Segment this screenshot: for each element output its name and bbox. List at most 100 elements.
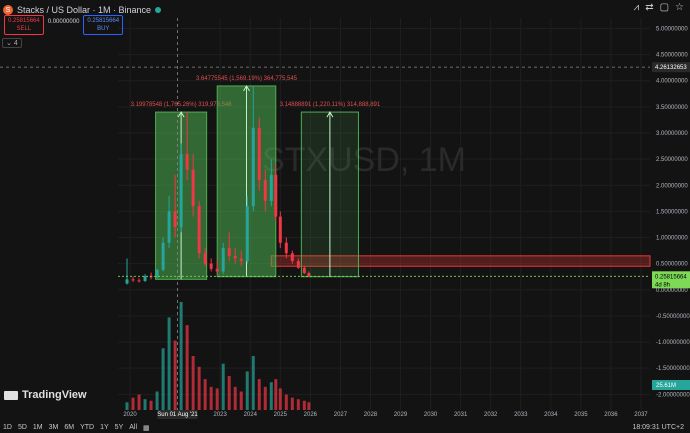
spread-value: 0.00000000 — [47, 19, 80, 25]
current-price-label: 0.25815664 — [655, 274, 687, 280]
x-tick-label: 2037 — [634, 412, 648, 418]
volume-bar — [274, 379, 278, 410]
volume-bar — [221, 363, 225, 410]
sell-button[interactable]: 0.25815664 SELL — [4, 15, 44, 35]
y-tick-label: 2.50000000 — [656, 157, 688, 163]
calendar-icon[interactable]: ▦ — [143, 424, 150, 432]
volume-bar — [307, 402, 311, 410]
candle-body — [302, 267, 306, 274]
volume-bar — [257, 379, 261, 410]
candle-body — [221, 247, 225, 272]
symbol-title[interactable]: Stacks / US Dollar · 1M · Binance — [17, 5, 151, 15]
volume-bar — [197, 366, 201, 410]
volume-bar — [239, 391, 243, 410]
countdown-label: 4d 8h — [655, 282, 670, 288]
measure-label: 3.14888891 (1,220.11%) 314,888,891 — [280, 102, 381, 108]
period-5y[interactable]: 5Y — [115, 424, 124, 431]
sell-label: SELL — [16, 26, 32, 32]
volume-bar — [269, 382, 273, 410]
volume-bar — [179, 302, 183, 410]
candle-body — [239, 258, 243, 262]
sell-price: 0.25815664 — [8, 18, 40, 24]
y-tick-label: 1.50000000 — [656, 209, 688, 215]
x-tick-label: 2027 — [334, 412, 348, 418]
buy-label: BUY — [97, 26, 110, 32]
y-tick-label: 3.00000000 — [656, 131, 688, 137]
period-all[interactable]: All — [129, 424, 137, 431]
y-tick-label: -0.50000000 — [656, 314, 690, 320]
x-tick-label: 2036 — [604, 412, 618, 418]
candle-body — [278, 216, 282, 243]
volume-bar — [203, 379, 207, 410]
compare-icon[interactable]: ⇄ — [645, 2, 653, 13]
x-tick-label: 2034 — [544, 412, 558, 418]
volume-bar — [209, 386, 213, 410]
volume-bar — [290, 397, 294, 410]
candle-body — [290, 253, 294, 262]
volume-bar — [233, 386, 237, 410]
candle-body — [307, 273, 311, 277]
candle-body — [173, 211, 177, 228]
symbol-logo-icon: S — [3, 5, 13, 15]
candle-body — [185, 153, 189, 170]
volume-bar — [245, 371, 249, 410]
y-tick-label: 5.00000000 — [656, 26, 688, 32]
buy-price: 0.25815664 — [87, 18, 120, 24]
period-3m[interactable]: 3M — [49, 424, 59, 431]
candle-body — [167, 211, 171, 243]
period-ytd[interactable]: YTD — [80, 424, 94, 431]
period-1m[interactable]: 1M — [33, 424, 43, 431]
watermark: STXUSD, 1M — [262, 141, 466, 179]
candle-body — [263, 180, 267, 201]
crosshair-y-label: 4.26132653 — [655, 65, 687, 71]
candle-body — [179, 153, 183, 228]
y-tick-label: 0.00000000 — [656, 288, 688, 294]
volume-bar — [161, 348, 165, 410]
star-icon[interactable]: ☆ — [675, 2, 684, 13]
buy-button[interactable]: 0.25815664 BUY — [83, 15, 124, 35]
x-tick-label: 2029 — [394, 412, 408, 418]
volume-bar — [167, 317, 171, 410]
indicators-toggle[interactable]: ⌄ 4 — [2, 38, 22, 48]
tradingview-logo: TradingView — [4, 389, 87, 401]
candle-body — [125, 279, 129, 284]
candle-body — [137, 280, 141, 282]
volume-bar — [155, 391, 159, 410]
candle-body — [269, 174, 273, 201]
candle-body — [209, 263, 213, 269]
y-tick-label: -1.50000000 — [656, 366, 690, 372]
volume-bar — [143, 399, 147, 410]
volume-bar — [284, 394, 288, 410]
y-tick-label: 3.50000000 — [656, 105, 688, 111]
trend-icon[interactable]: ⩘ — [634, 2, 640, 13]
trade-panel: 0.25815664 SELL 0.00000000 0.25815664 BU… — [4, 15, 124, 35]
price-chart[interactable]: STXUSD, 1M3.19978548 (1,765.26%) 319,978… — [0, 0, 690, 433]
candle-body — [161, 242, 165, 270]
candle-body — [284, 242, 288, 254]
y-tick-label: 2.00000000 — [656, 183, 688, 189]
measure-label: 3.64775545 (1,569.19%) 364,775,545 — [196, 76, 298, 82]
x-tick-label: 2035 — [574, 412, 588, 418]
candle-body — [143, 276, 147, 281]
x-tick-label: 2033 — [514, 412, 528, 418]
clock: 18:09:31 UTC+2 — [632, 424, 684, 431]
period-5d[interactable]: 5D — [18, 424, 27, 431]
volume-bar — [296, 399, 300, 410]
period-6m[interactable]: 6M — [64, 424, 74, 431]
volume-bar — [251, 356, 255, 410]
x-tick-label: 2020 — [123, 412, 137, 418]
bottom-bar: 1D 5D 1M 3M 6M YTD 1Y 5Y All ▦ 18:09:31 … — [0, 422, 690, 433]
period-1d[interactable]: 1D — [3, 424, 12, 431]
candle-body — [274, 174, 278, 217]
x-tick-label: 2026 — [304, 412, 318, 418]
square-icon[interactable]: ▢ — [660, 2, 669, 13]
volume-label: 25.61M — [656, 383, 676, 389]
candle-body — [197, 206, 201, 254]
market-status-icon — [155, 7, 162, 13]
candle-body — [296, 261, 300, 268]
period-1y[interactable]: 1Y — [100, 424, 109, 431]
candle-body — [245, 206, 249, 262]
x-tick-label: 2025 — [274, 412, 288, 418]
volume-bar — [125, 402, 129, 410]
volume-bar — [278, 388, 282, 410]
